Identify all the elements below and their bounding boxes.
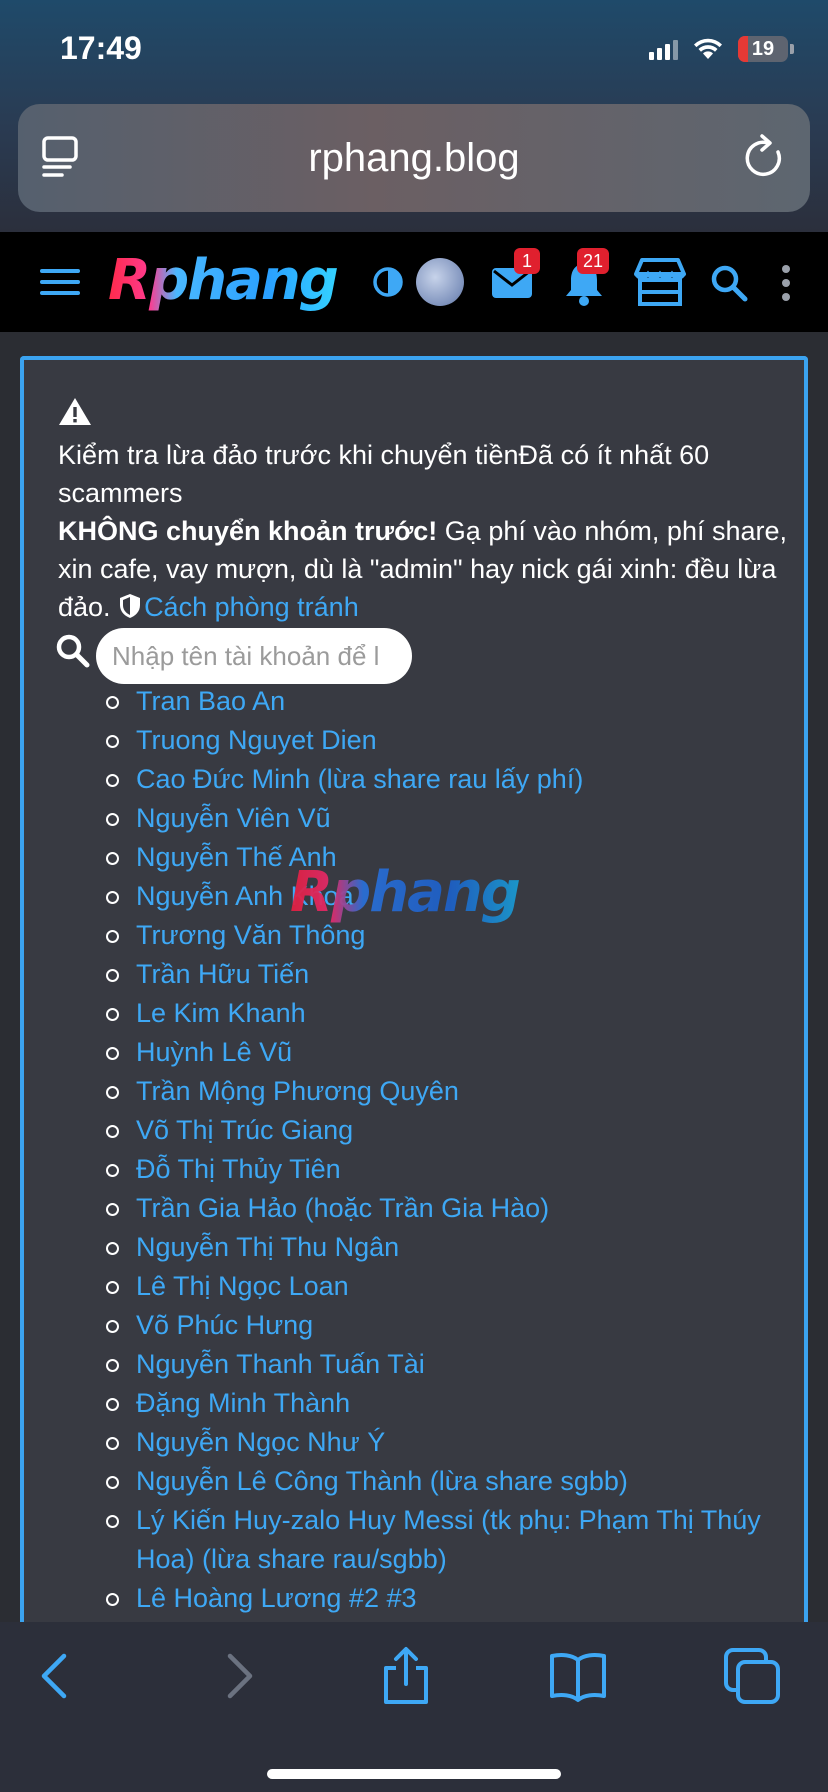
list-item[interactable]: Nguyễn Lê Công Thành (lừa share sgbb) bbox=[106, 1462, 806, 1501]
list-item[interactable]: Trần Mộng Phương Quyên bbox=[106, 1072, 806, 1111]
store-icon[interactable] bbox=[632, 256, 688, 308]
list-item[interactable]: Le Kim Khanh bbox=[106, 994, 806, 1033]
share-icon[interactable] bbox=[376, 1646, 436, 1706]
forward-icon[interactable] bbox=[206, 1646, 266, 1706]
site-logo[interactable]: Rphang bbox=[108, 246, 339, 316]
browser-toolbar bbox=[0, 1622, 828, 1792]
list-item[interactable]: Huỳnh Lê Vũ bbox=[106, 1033, 806, 1072]
notice-text: Kiểm tra lừa đảo trước khi chuyển tiềnĐã… bbox=[58, 436, 788, 626]
search-icon[interactable] bbox=[710, 264, 748, 302]
home-indicator bbox=[267, 1769, 561, 1779]
avatar[interactable] bbox=[416, 258, 464, 306]
battery-level: 19 bbox=[751, 37, 775, 60]
list-item[interactable]: Trần Hữu Tiến bbox=[106, 955, 806, 994]
tabs-overview-icon[interactable] bbox=[722, 1646, 782, 1706]
list-item[interactable]: Nguyễn Viên Vũ bbox=[106, 799, 806, 838]
status-icons: 19 bbox=[649, 34, 794, 64]
url-text[interactable]: rphang.blog bbox=[18, 104, 810, 212]
list-item[interactable]: Lê Thị Ngọc Loan bbox=[106, 1267, 806, 1306]
list-item[interactable]: Võ Thị Trúc Giang bbox=[106, 1111, 806, 1150]
list-item[interactable]: Trương Văn Thông bbox=[106, 916, 806, 955]
cellular-signal-icon bbox=[649, 38, 678, 60]
back-icon[interactable] bbox=[28, 1646, 88, 1706]
browser-top-chrome: 17:49 19 rphang.blog bbox=[0, 0, 828, 232]
menu-icon[interactable] bbox=[40, 266, 80, 298]
address-bar[interactable]: rphang.blog bbox=[18, 104, 810, 212]
notice-line1: Kiểm tra lừa đảo trước khi chuyển tiềnĐã… bbox=[58, 440, 710, 508]
prevention-link[interactable]: Cách phòng tránh bbox=[144, 592, 359, 622]
list-item[interactable]: Nguyễn Thế Anh bbox=[106, 838, 806, 877]
theme-toggle-icon[interactable] bbox=[372, 266, 404, 298]
list-item[interactable]: Cao Đức Minh (lừa share rau lấy phí) bbox=[106, 760, 806, 799]
list-item[interactable]: Trần Gia Hảo (hoặc Trần Gia Hào) bbox=[106, 1189, 806, 1228]
list-item[interactable]: Đỗ Thị Thủy Tiên bbox=[106, 1150, 806, 1189]
list-item[interactable]: Lý Kiến Huy-zalo Huy Messi (tk phụ: Phạm… bbox=[106, 1501, 806, 1579]
battery-tip bbox=[790, 44, 794, 54]
mail-badge: 1 bbox=[514, 248, 540, 274]
list-item[interactable]: Nguyễn Thanh Tuấn Tài bbox=[106, 1345, 806, 1384]
reload-icon[interactable] bbox=[740, 132, 788, 182]
status-time: 17:49 bbox=[60, 30, 142, 66]
list-item[interactable]: Nguyễn Thị Thu Ngân bbox=[106, 1228, 806, 1267]
scammer-list: Tran Bao An Truong Nguyet Dien Cao Đức M… bbox=[106, 682, 806, 1618]
battery-indicator: 19 bbox=[738, 36, 788, 62]
warning-icon bbox=[59, 398, 91, 425]
list-item[interactable]: Võ Phúc Hưng bbox=[106, 1306, 806, 1345]
notice-bold: KHÔNG chuyển khoản trước! bbox=[58, 516, 438, 546]
shield-icon bbox=[120, 594, 141, 618]
list-item[interactable]: Nguyễn Ngọc Như Ý bbox=[106, 1423, 806, 1462]
list-item[interactable]: Nguyễn Anh Khoa bbox=[106, 877, 806, 916]
more-icon[interactable] bbox=[778, 264, 794, 302]
list-item[interactable]: Lê Hoàng Lương #2 #3 bbox=[106, 1579, 806, 1618]
scammer-search-input[interactable] bbox=[96, 628, 412, 684]
list-item[interactable]: Truong Nguyet Dien bbox=[106, 721, 806, 760]
scam-warning-notice: Kiểm tra lừa đảo trước khi chuyển tiềnĐã… bbox=[20, 356, 808, 1656]
list-item[interactable]: Tran Bao An bbox=[106, 682, 806, 721]
list-item[interactable]: Đặng Minh Thành bbox=[106, 1384, 806, 1423]
site-header: Rphang 1 21 bbox=[0, 232, 828, 332]
bookmarks-icon[interactable] bbox=[548, 1646, 608, 1706]
search-icon bbox=[56, 634, 90, 668]
notification-badge: 21 bbox=[577, 248, 610, 274]
wifi-icon bbox=[694, 38, 722, 59]
